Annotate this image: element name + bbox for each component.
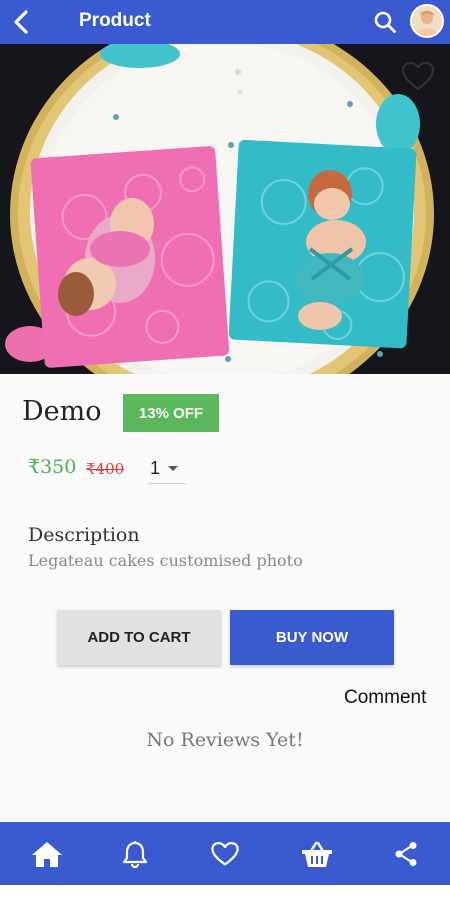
share-icon xyxy=(395,842,417,866)
bottom-navigation xyxy=(0,822,450,885)
page-title: Product xyxy=(79,10,151,31)
search-icon xyxy=(374,11,396,33)
nav-cart[interactable] xyxy=(299,836,335,872)
product-details: Demo 13% OFF ₹350 ₹400 1 Description Leg… xyxy=(0,374,450,822)
user-avatar-icon xyxy=(412,6,442,36)
nav-share[interactable] xyxy=(388,836,424,872)
description-text: Legateau cakes customised photo xyxy=(28,551,303,570)
nav-favorites[interactable] xyxy=(207,836,243,872)
no-reviews-text: No Reviews Yet! xyxy=(146,729,304,751)
heart-outline-icon xyxy=(401,61,435,91)
app-bar: Product xyxy=(0,0,450,44)
description-title: Description xyxy=(28,524,140,546)
heart-icon xyxy=(211,842,239,866)
back-button[interactable] xyxy=(6,6,38,38)
system-bar-spacer xyxy=(0,885,450,900)
buy-now-button[interactable]: BUY NOW xyxy=(230,610,394,665)
home-icon xyxy=(32,842,62,867)
product-mrp: ₹400 xyxy=(86,460,125,478)
chevron-down-icon xyxy=(168,466,179,471)
add-to-cart-button[interactable]: ADD TO CART xyxy=(57,610,221,665)
product-price: ₹350 xyxy=(28,456,77,478)
product-image[interactable] xyxy=(0,44,450,374)
comment-button[interactable]: Comment xyxy=(344,687,426,709)
arrow-left-icon xyxy=(14,10,28,34)
cake-photo xyxy=(0,44,450,374)
user-avatar[interactable] xyxy=(410,4,444,38)
basket-icon xyxy=(302,841,332,867)
quantity-select[interactable]: 1 xyxy=(148,454,186,484)
nav-home[interactable] xyxy=(29,836,65,872)
discount-badge: 13% OFF xyxy=(123,394,219,432)
nav-notifications[interactable] xyxy=(117,836,153,872)
search-button[interactable] xyxy=(370,7,400,37)
quantity-value: 1 xyxy=(150,458,161,478)
product-name: Demo xyxy=(22,396,102,427)
favorite-button[interactable] xyxy=(398,56,438,96)
bell-icon xyxy=(122,841,148,868)
